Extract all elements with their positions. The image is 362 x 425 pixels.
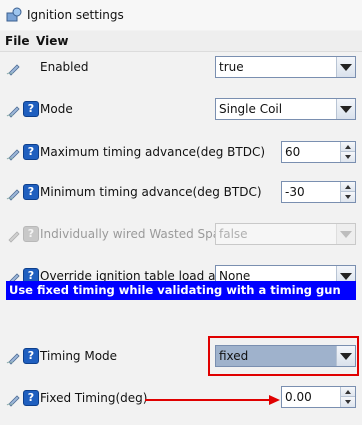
- fixed-timing-spinner[interactable]: 0.00: [281, 386, 356, 408]
- min-timing-advance-value: -30: [285, 185, 305, 199]
- help-icon[interactable]: ?: [23, 101, 39, 117]
- min-timing-advance-label: Minimum timing advance(deg BTDC): [40, 185, 262, 199]
- pen-icon: [6, 149, 20, 161]
- help-icon[interactable]: ?: [23, 184, 39, 200]
- chevron-down-icon[interactable]: [336, 57, 355, 77]
- pen-icon: [6, 106, 20, 118]
- wasted-spark-label: Individually wired Wasted Spark: [40, 227, 233, 241]
- annotation-highlight-box: [208, 336, 359, 376]
- help-icon[interactable]: ?: [23, 390, 39, 406]
- fixed-timing-value: 0.00: [285, 390, 312, 404]
- help-icon[interactable]: ?: [23, 144, 39, 160]
- spin-up-icon[interactable]: [341, 142, 355, 152]
- mode-label: Mode: [40, 102, 73, 116]
- spin-up-icon[interactable]: [341, 387, 355, 397]
- menu-view[interactable]: View: [36, 34, 68, 48]
- wasted-spark-value: false: [219, 227, 248, 241]
- mode-select[interactable]: Single Coil: [215, 98, 356, 120]
- menu-file[interactable]: File: [5, 34, 30, 48]
- enabled-label: Enabled: [40, 60, 89, 74]
- help-icon[interactable]: ?: [23, 348, 39, 364]
- setting-row-enabled: Enabled true: [0, 55, 362, 81]
- min-timing-advance-spinner[interactable]: -30: [281, 181, 356, 203]
- enabled-select[interactable]: true: [215, 56, 356, 78]
- enabled-value: true: [219, 60, 244, 74]
- chevron-down-icon: [336, 224, 355, 244]
- setting-row-min-timing-advance: ? Minimum timing advance(deg BTDC) -30: [0, 180, 362, 206]
- spinner-buttons: [340, 142, 355, 162]
- spinner-buttons: [340, 182, 355, 202]
- menu-bar: File View: [0, 31, 362, 52]
- app-icon: [6, 7, 22, 22]
- pen-icon: [6, 353, 20, 365]
- max-timing-advance-value: 60: [285, 145, 301, 159]
- setting-row-mode: ? Mode Single Coil: [0, 97, 362, 123]
- pen-icon: [6, 395, 20, 407]
- spin-up-icon[interactable]: [341, 182, 355, 192]
- max-timing-advance-label: Maximum timing advance(deg BTDC): [40, 145, 266, 159]
- pen-icon: [6, 189, 20, 201]
- chevron-down-icon[interactable]: [336, 99, 355, 119]
- timing-mode-label: Timing Mode: [40, 349, 118, 363]
- fixed-timing-label: Fixed Timing(deg): [40, 391, 148, 405]
- spin-down-icon[interactable]: [341, 397, 355, 407]
- annotation-arrow-icon: [145, 395, 280, 405]
- title-bar: Ignition settings: [0, 0, 362, 30]
- pen-icon: [6, 64, 20, 76]
- spinner-buttons: [340, 387, 355, 407]
- setting-row-wasted-spark: ? Individually wired Wasted Spark false: [0, 222, 362, 248]
- help-icon: ?: [23, 226, 39, 242]
- spin-down-icon[interactable]: [341, 152, 355, 162]
- pen-icon: [8, 231, 20, 243]
- mode-value: Single Coil: [219, 102, 283, 116]
- section-banner: Use fixed timing while validating with a…: [6, 281, 356, 300]
- spin-down-icon[interactable]: [341, 192, 355, 202]
- wasted-spark-select: false: [215, 223, 356, 245]
- max-timing-advance-spinner[interactable]: 60: [281, 141, 356, 163]
- setting-row-max-timing-advance: ? Maximum timing advance(deg BTDC) 60: [0, 140, 362, 166]
- window-title: Ignition settings: [27, 8, 124, 22]
